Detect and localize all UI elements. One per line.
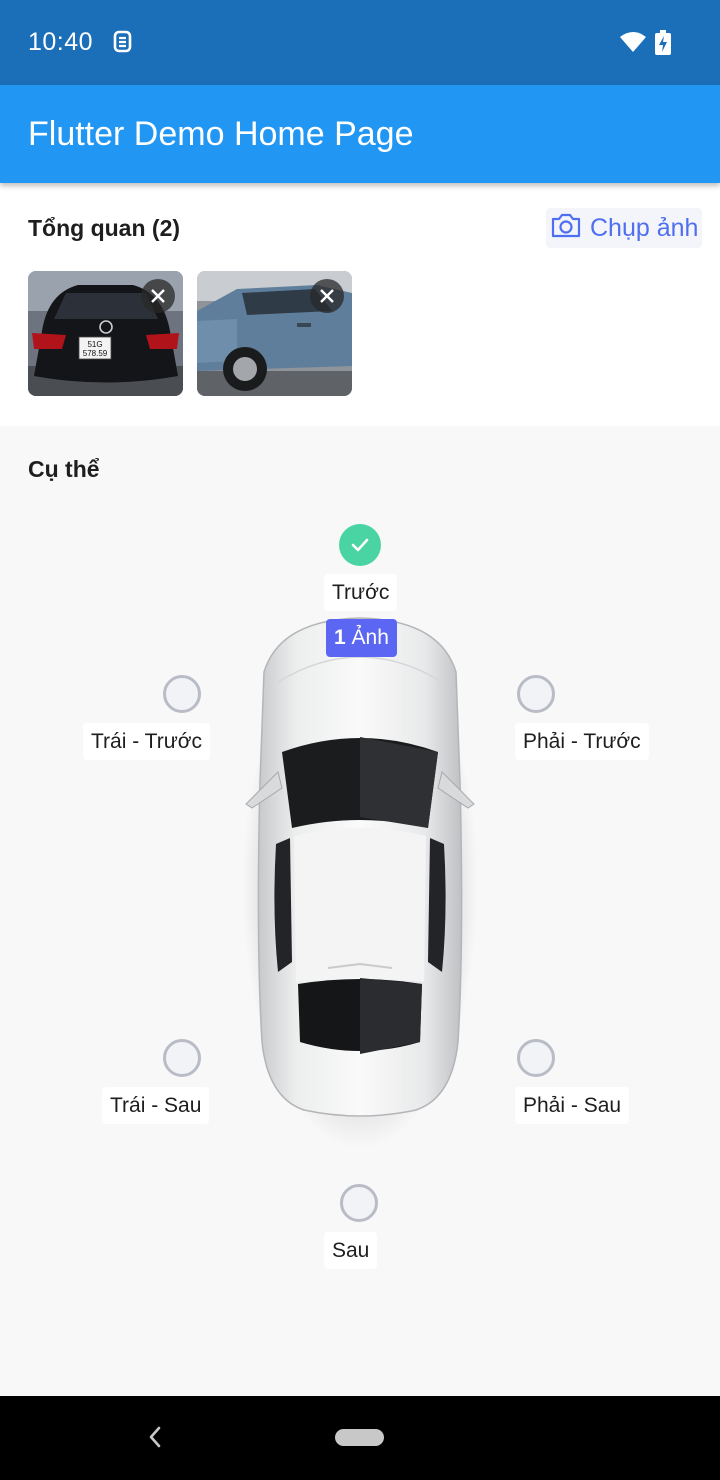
overview-photo-1[interactable]: 51G 578.59 xyxy=(28,271,183,396)
app-bar: Flutter Demo Home Page xyxy=(0,85,720,183)
check-icon xyxy=(351,538,369,552)
remove-photo-1-button[interactable] xyxy=(141,279,175,313)
plate-line-1: 51G xyxy=(87,340,102,349)
sim-icon xyxy=(112,30,134,59)
overview-section: Tổng quan (2) Chụp ảnh 51G 578.59 xyxy=(0,183,720,426)
position-left-front-label: Trái - Trước xyxy=(83,723,211,760)
position-rear-check[interactable] xyxy=(340,1184,378,1222)
position-right-rear-label: Phải - Sau xyxy=(515,1087,630,1124)
close-icon xyxy=(151,289,165,303)
car-top-view xyxy=(238,612,483,1157)
capture-photo-label: Chụp ảnh xyxy=(590,213,699,242)
position-right-front-check[interactable] xyxy=(517,675,555,713)
position-front-check[interactable] xyxy=(339,524,381,566)
app-title: Flutter Demo Home Page xyxy=(28,115,414,153)
position-left-rear-check[interactable] xyxy=(163,1039,201,1077)
remove-photo-2-button[interactable] xyxy=(310,279,344,313)
position-left-front-check[interactable] xyxy=(163,675,201,713)
overview-title: Tổng quan (2) xyxy=(28,215,181,241)
photo-count-badge: 1 Ảnh xyxy=(326,619,397,657)
capture-photo-button[interactable]: Chụp ảnh xyxy=(546,208,703,248)
position-left-rear-label: Trái - Sau xyxy=(102,1087,210,1124)
plate-line-2: 578.59 xyxy=(83,349,108,358)
detail-title: Cụ thể xyxy=(28,456,100,482)
photo-count-number: 1 xyxy=(334,626,346,649)
status-bar: 10:40 xyxy=(0,0,720,85)
home-pill-button[interactable] xyxy=(335,1429,384,1446)
status-time: 10:40 xyxy=(28,28,94,56)
camera-icon xyxy=(550,212,582,245)
battery-charging-icon xyxy=(655,30,671,60)
position-rear-label: Sau xyxy=(324,1232,378,1269)
wifi-icon xyxy=(619,31,647,58)
overview-photo-2[interactable] xyxy=(197,271,352,396)
position-right-rear-check[interactable] xyxy=(517,1039,555,1077)
photo-count-unit: Ảnh xyxy=(351,626,389,649)
back-icon[interactable] xyxy=(146,1424,164,1455)
position-front-label: Trước xyxy=(324,574,398,611)
position-right-front-label: Phải - Trước xyxy=(515,723,649,760)
system-nav-bar xyxy=(0,1396,720,1480)
close-icon xyxy=(320,289,334,303)
